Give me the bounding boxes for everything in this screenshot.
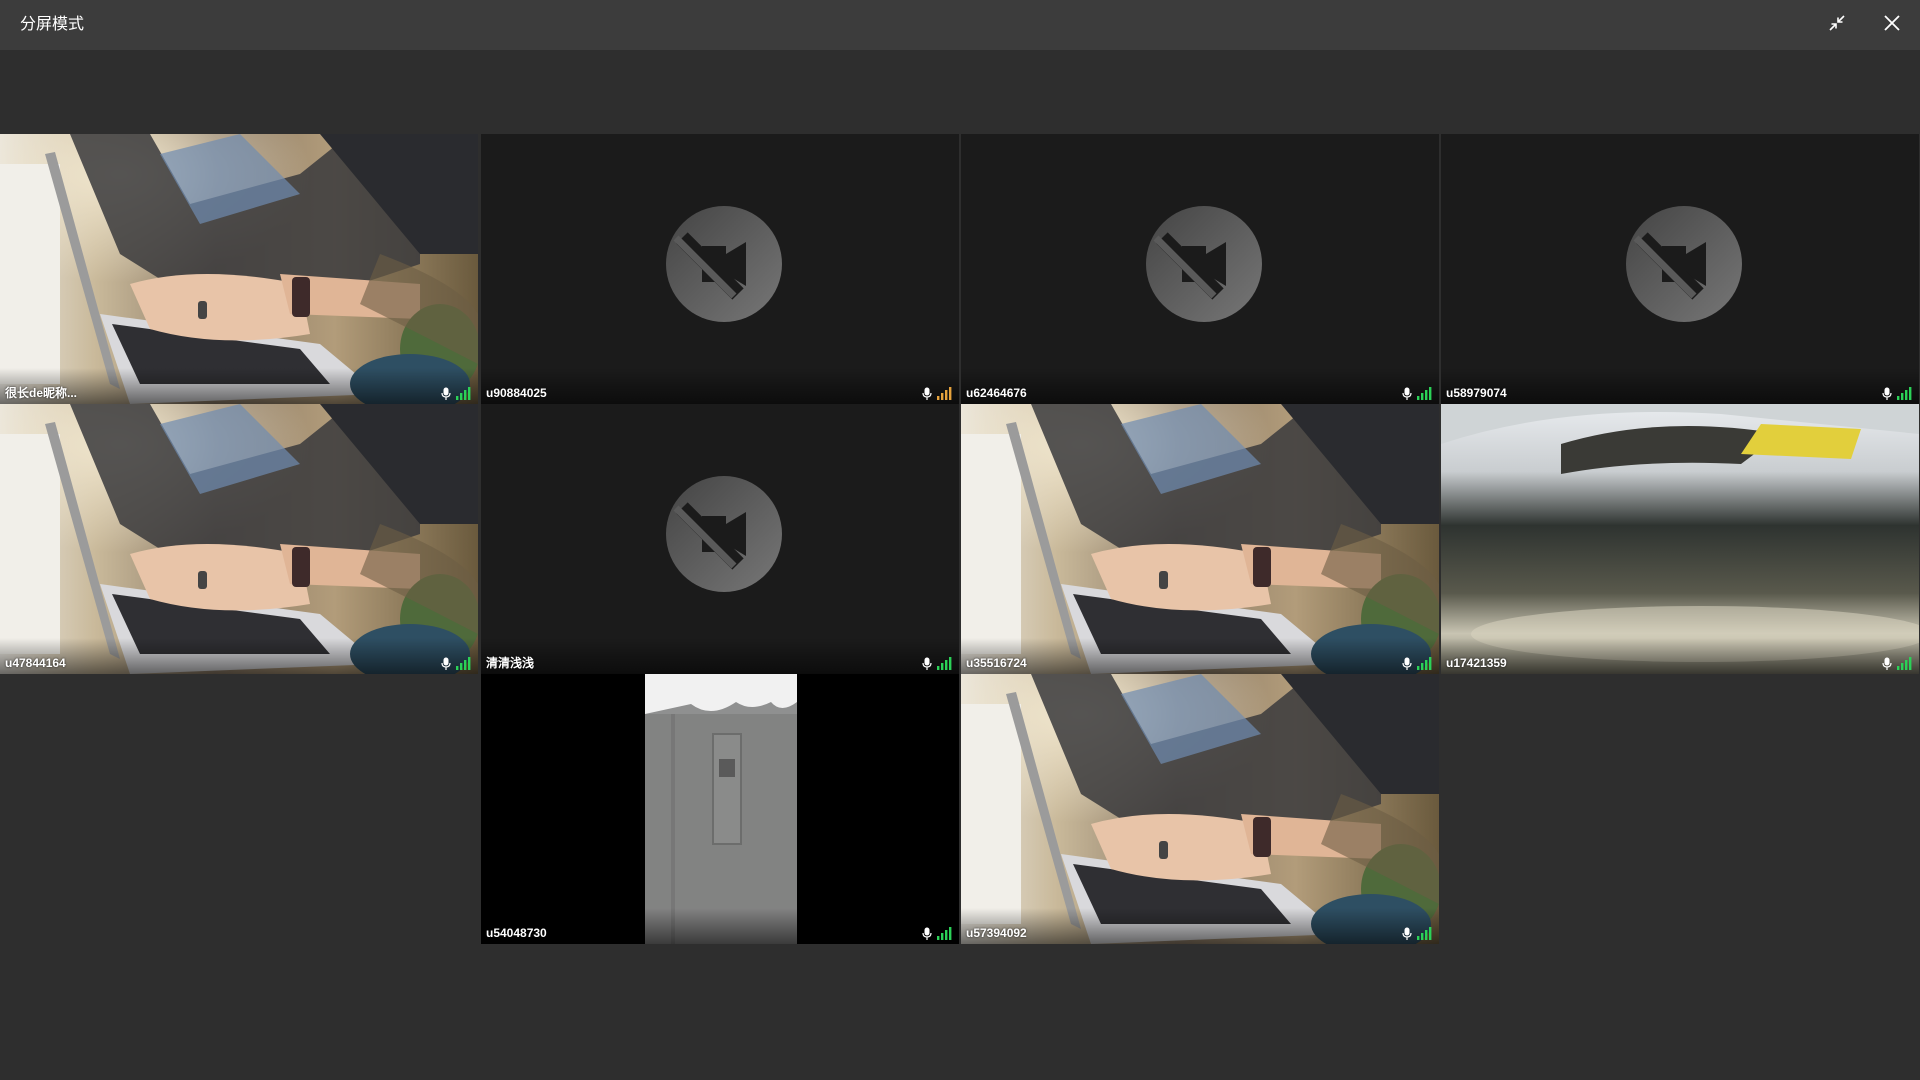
video-tile[interactable]: u90884025 xyxy=(481,134,959,404)
camera-off-icon xyxy=(1626,206,1742,322)
close-icon xyxy=(1883,14,1901,37)
exit-split-screen-button[interactable] xyxy=(1825,13,1849,37)
video-tile[interactable]: u57394092 xyxy=(961,674,1439,944)
participant-name: u57394092 xyxy=(966,926,1027,940)
participant-status xyxy=(1402,656,1433,670)
microphone-icon[interactable] xyxy=(1882,387,1892,400)
participant-name: u17421359 xyxy=(1446,656,1507,670)
microphone-icon[interactable] xyxy=(1402,387,1412,400)
participant-name: u54048730 xyxy=(486,926,547,940)
participant-status xyxy=(441,386,472,400)
microphone-icon[interactable] xyxy=(1402,657,1412,670)
tile-footer-shade xyxy=(481,908,959,944)
microphone-icon[interactable] xyxy=(922,657,932,670)
participant-status xyxy=(922,926,953,940)
microphone-icon[interactable] xyxy=(441,387,451,400)
signal-strength-icon xyxy=(456,386,472,400)
tile-footer-shade xyxy=(481,638,959,674)
participant-name: u47844164 xyxy=(5,656,66,670)
window-title: 分屏模式 xyxy=(20,16,85,33)
video-tile[interactable]: u58979074 xyxy=(1441,134,1919,404)
participant-name: 很长de昵称... xyxy=(5,386,78,400)
signal-strength-icon xyxy=(1417,926,1433,940)
participant-status xyxy=(1402,386,1433,400)
video-tile[interactable]: u54048730 xyxy=(481,674,959,944)
participant-name: u35516724 xyxy=(966,656,1027,670)
signal-strength-icon xyxy=(1417,656,1433,670)
video-tile[interactable]: 清清浅浅 xyxy=(481,404,959,674)
microphone-icon[interactable] xyxy=(922,387,932,400)
participant-status xyxy=(1882,386,1913,400)
close-button[interactable] xyxy=(1880,13,1904,37)
camera-off-icon xyxy=(666,476,782,592)
participant-name: u62464676 xyxy=(966,386,1027,400)
tile-footer-shade xyxy=(961,908,1439,944)
signal-strength-icon xyxy=(937,656,953,670)
signal-strength-icon xyxy=(937,926,953,940)
microphone-icon[interactable] xyxy=(1882,657,1892,670)
signal-strength-icon xyxy=(456,656,472,670)
microphone-icon[interactable] xyxy=(922,927,932,940)
tile-footer-shade xyxy=(0,638,478,674)
participant-status xyxy=(441,656,472,670)
participant-status xyxy=(922,656,953,670)
participant-status xyxy=(922,386,953,400)
video-tile[interactable]: u47844164 xyxy=(0,404,478,674)
video-tile[interactable]: u17421359 xyxy=(1441,404,1919,674)
title-bar: 分屏模式 xyxy=(0,0,1920,50)
participant-status xyxy=(1882,656,1913,670)
collapse-arrows-icon xyxy=(1827,13,1847,38)
tile-footer-shade xyxy=(961,638,1439,674)
tile-footer-shade xyxy=(961,368,1439,404)
video-tile[interactable]: 很长de昵称... xyxy=(0,134,478,404)
camera-off-icon xyxy=(666,206,782,322)
signal-strength-icon xyxy=(1417,386,1433,400)
video-tile[interactable]: u35516724 xyxy=(961,404,1439,674)
tile-footer-shade xyxy=(481,368,959,404)
video-tile[interactable]: u62464676 xyxy=(961,134,1439,404)
participant-name: u90884025 xyxy=(486,386,547,400)
signal-strength-icon xyxy=(1897,386,1913,400)
participant-status xyxy=(1402,926,1433,940)
tile-footer-shade xyxy=(1441,638,1919,674)
microphone-icon[interactable] xyxy=(441,657,451,670)
signal-strength-icon xyxy=(937,386,953,400)
tile-footer-shade xyxy=(1441,368,1919,404)
signal-strength-icon xyxy=(1897,656,1913,670)
participant-name: 清清浅浅 xyxy=(486,656,535,670)
participant-name: u58979074 xyxy=(1446,386,1507,400)
microphone-icon[interactable] xyxy=(1402,927,1412,940)
camera-off-icon xyxy=(1146,206,1262,322)
